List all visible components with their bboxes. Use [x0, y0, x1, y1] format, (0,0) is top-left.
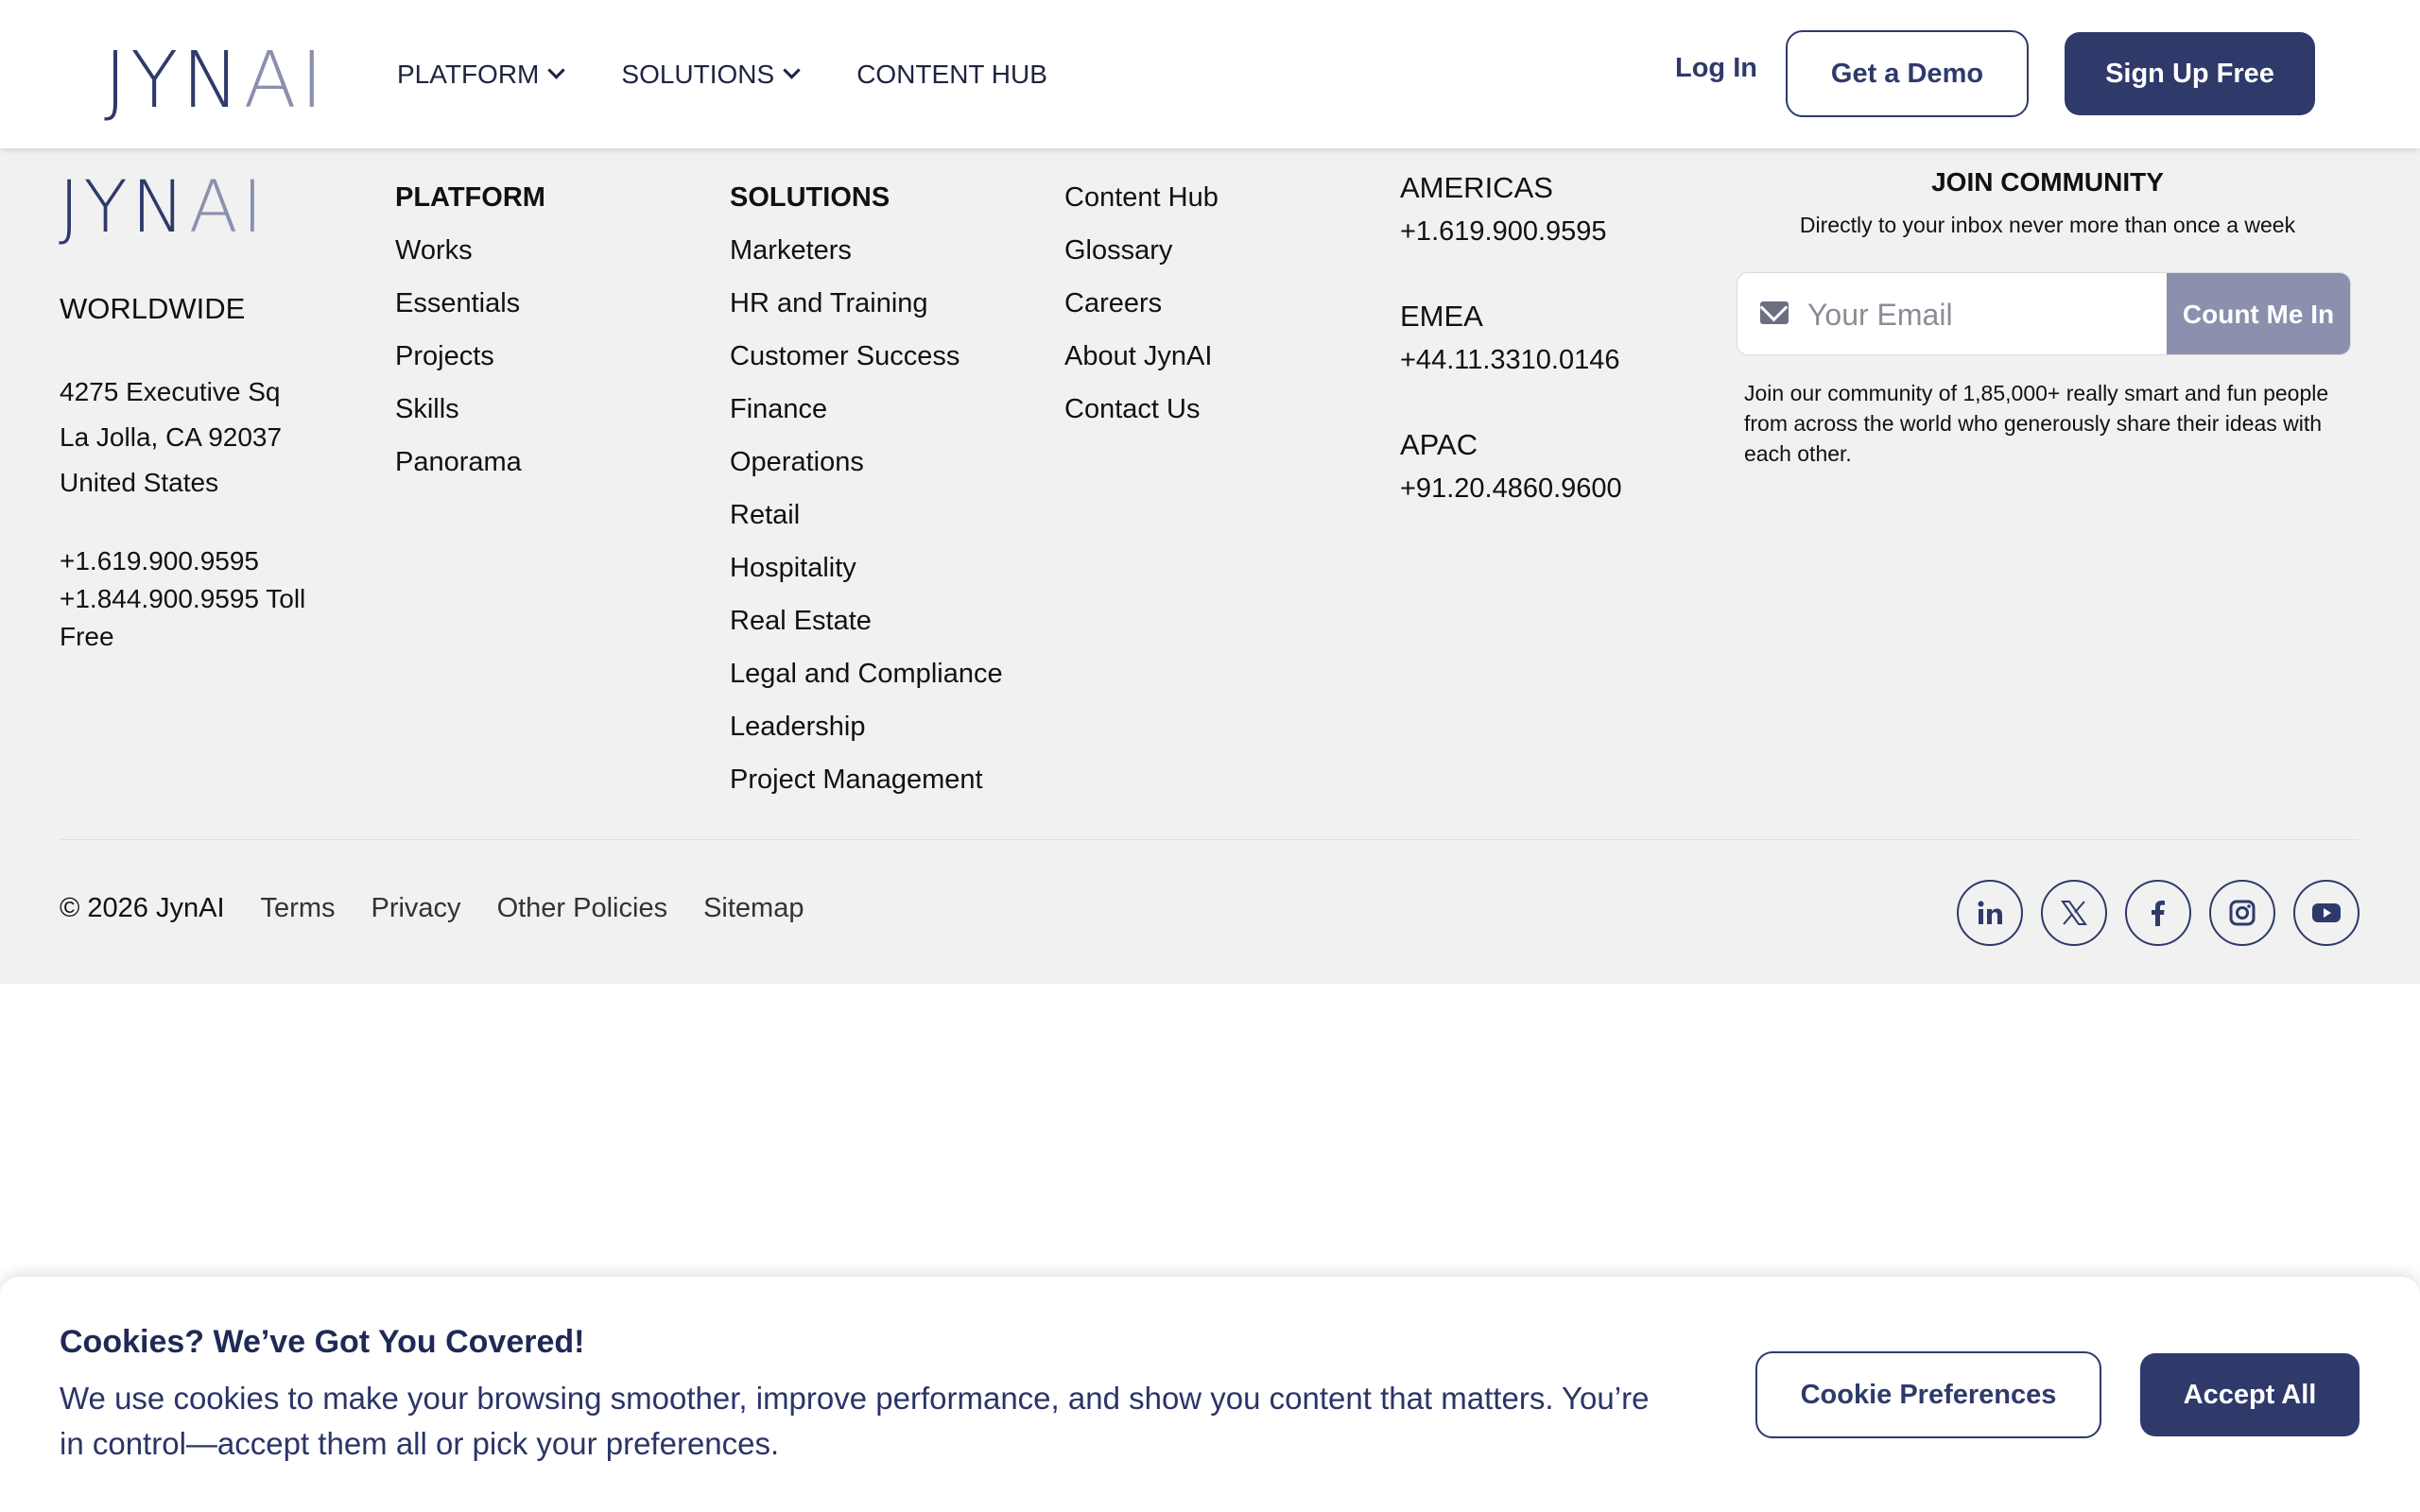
sitemap-link[interactable]: Sitemap — [703, 893, 804, 924]
nav-solutions[interactable]: SOLUTIONS — [621, 59, 801, 90]
address-line: 4275 Executive Sq — [60, 377, 281, 406]
header-logo[interactable]: JYNAI — [104, 36, 327, 126]
youtube-icon[interactable] — [2293, 880, 2360, 946]
worldwide-phones: +1.619.900.9595 +1.844.900.9595 Toll Fre… — [60, 542, 343, 656]
region-apac: APAC +91.20.4860.9600 — [1400, 428, 1622, 505]
address-line: United States — [60, 468, 219, 497]
nav-platform-label: PLATFORM — [397, 59, 540, 89]
footer-bottom-links: © 2026 JynAI Terms Privacy Other Policie… — [60, 893, 804, 924]
footer-link[interactable]: Skills — [395, 383, 545, 436]
footer-link[interactable]: Operations — [730, 436, 1003, 489]
region-americas: AMERICAS +1.619.900.9595 — [1400, 171, 1607, 248]
footer-logo[interactable]: JYNAI — [59, 164, 267, 249]
footer-link[interactable]: Contact Us — [1064, 383, 1219, 436]
address-line: La Jolla, CA 92037 — [60, 422, 283, 452]
footer-divider — [60, 839, 2359, 840]
linkedin-icon[interactable] — [1957, 880, 2023, 946]
privacy-link[interactable]: Privacy — [371, 893, 460, 924]
footer-link[interactable]: Careers — [1064, 277, 1219, 330]
footer-link[interactable]: Panorama — [395, 436, 545, 489]
count-me-in-button[interactable]: Count Me In — [2167, 273, 2350, 354]
community-subtitle: Directly to your inbox never more than o… — [1799, 213, 2296, 237]
solutions-heading: SOLUTIONS — [730, 182, 890, 213]
region-name: AMERICAS — [1400, 171, 1553, 204]
footer-link[interactable]: About JynAI — [1064, 330, 1219, 383]
platform-column: PLATFORM Works Essentials Projects Skill… — [395, 171, 545, 489]
cookie-banner: Cookies? We’ve Got You Covered! We use c… — [0, 1277, 2420, 1512]
footer-link[interactable]: Leadership — [730, 700, 1003, 753]
cookie-preferences-button[interactable]: Cookie Preferences — [1755, 1351, 2101, 1438]
worldwide-heading: WORLDWIDE — [60, 292, 246, 325]
social-links — [1957, 880, 2360, 946]
community-title: JOIN COMMUNITY — [1931, 167, 2164, 197]
footer-link[interactable]: Works — [395, 224, 545, 277]
footer-link[interactable]: Finance — [730, 383, 1003, 436]
region-phone[interactable]: +44.11.3310.0146 — [1400, 345, 1620, 376]
footer-link[interactable]: Projects — [395, 330, 545, 383]
sign-up-button[interactable]: Sign Up Free — [2065, 32, 2315, 115]
region-phone[interactable]: +1.619.900.9595 — [1400, 216, 1607, 248]
email-signup-box: Count Me In — [1737, 272, 2351, 355]
cookie-body: We use cookies to make your browsing smo… — [60, 1381, 1650, 1461]
solutions-column: SOLUTIONS Marketers HR and Training Cust… — [730, 171, 1003, 806]
site-footer: JYNAI WORLDWIDE 4275 Executive Sq La Jol… — [0, 148, 2420, 984]
instagram-icon[interactable] — [2209, 880, 2275, 946]
login-link[interactable]: Log In — [1675, 53, 1757, 84]
footer-link[interactable]: Glossary — [1064, 224, 1219, 277]
cookie-title: Cookies? We’ve Got You Covered! — [60, 1324, 585, 1360]
platform-heading: PLATFORM — [395, 182, 545, 213]
phone-main[interactable]: +1.619.900.9595 — [60, 542, 343, 580]
accept-all-button[interactable]: Accept All — [2140, 1353, 2360, 1436]
x-icon[interactable] — [2041, 880, 2107, 946]
footer-link[interactable]: Customer Success — [730, 330, 1003, 383]
join-community: JOIN COMMUNITY Directly to your inbox ne… — [1737, 167, 2358, 238]
footer-logo-main: JYN — [59, 164, 189, 249]
address: 4275 Executive Sq La Jolla, CA 92037 Uni… — [60, 369, 282, 506]
email-input[interactable] — [1806, 273, 2165, 354]
nav-content-hub-label: CONTENT HUB — [856, 59, 1047, 89]
footer-link[interactable]: Retail — [730, 489, 1003, 541]
terms-link[interactable]: Terms — [261, 893, 336, 924]
region-name: EMEA — [1400, 300, 1483, 333]
mail-icon — [1760, 301, 1789, 324]
copyright: © 2026 JynAI — [60, 893, 225, 923]
logo-accent: AI — [243, 36, 327, 126]
footer-link[interactable]: Legal and Compliance — [730, 647, 1003, 700]
phone-tollfree[interactable]: +1.844.900.9595 Toll Free — [60, 580, 343, 656]
nav-solutions-label: SOLUTIONS — [621, 59, 775, 89]
region-emea: EMEA +44.11.3310.0146 — [1400, 300, 1620, 376]
footer-logo-accent: AI — [188, 164, 268, 249]
site-header: JYNAI PLATFORM SOLUTIONS CONTENT HUB Log… — [0, 0, 2420, 148]
chevron-down-icon — [547, 61, 566, 79]
footer-link[interactable]: Essentials — [395, 277, 545, 330]
footer-link[interactable]: Content Hub — [1064, 171, 1219, 224]
facebook-icon[interactable] — [2125, 880, 2191, 946]
nav-platform[interactable]: PLATFORM — [397, 59, 566, 90]
community-description: Join our community of 1,85,000+ really s… — [1744, 381, 2329, 466]
other-policies-link[interactable]: Other Policies — [497, 893, 668, 924]
company-column: Content Hub Glossary Careers About JynAI… — [1064, 171, 1219, 436]
footer-link[interactable]: Real Estate — [730, 594, 1003, 647]
logo-main: JYN — [104, 36, 244, 126]
get-demo-button[interactable]: Get a Demo — [1786, 30, 2029, 117]
footer-link[interactable]: HR and Training — [730, 277, 1003, 330]
footer-link[interactable]: Hospitality — [730, 541, 1003, 594]
nav-content-hub[interactable]: CONTENT HUB — [856, 60, 1047, 90]
main-nav: PLATFORM SOLUTIONS CONTENT HUB — [397, 0, 1047, 148]
chevron-down-icon — [783, 61, 801, 79]
footer-link[interactable]: Marketers — [730, 224, 1003, 277]
region-phone[interactable]: +91.20.4860.9600 — [1400, 473, 1622, 505]
footer-link[interactable]: Project Management — [730, 753, 1003, 806]
region-name: APAC — [1400, 428, 1478, 461]
